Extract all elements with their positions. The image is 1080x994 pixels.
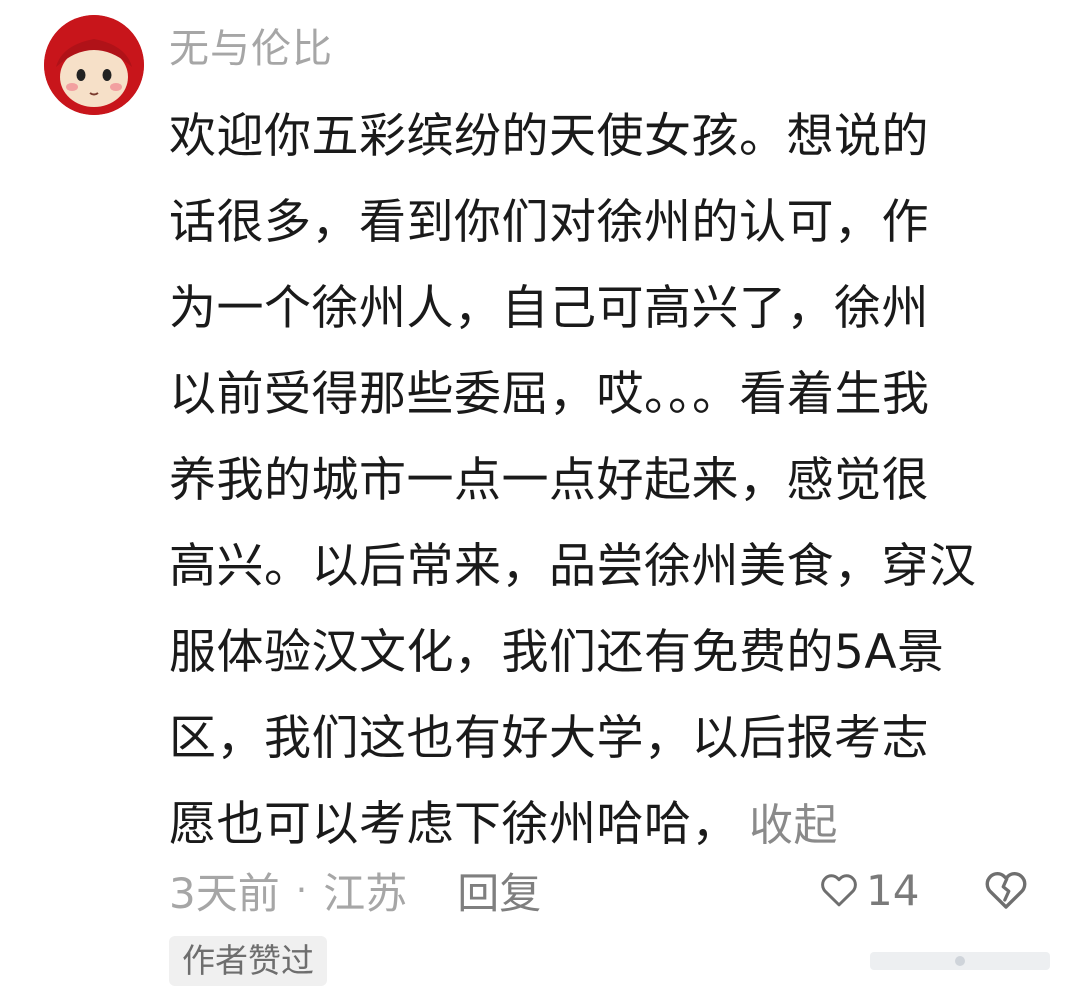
comment-text-line: 欢迎你五彩缤纷的天使女孩。想说的 [169, 109, 929, 164]
meta-separator: · [295, 869, 308, 911]
watermark-logo [870, 952, 1050, 970]
comment-time: 3天前 [169, 868, 280, 918]
author-liked-badge: 作者赞过 [169, 936, 327, 986]
collapse-link[interactable]: 收起 [749, 800, 838, 851]
comment-card: 无与伦比 欢迎你五彩缤纷的天使女孩。想说的 话很多，看到你们对徐州的认可，作 为… [0, 0, 1080, 994]
like-count: 14 [866, 865, 920, 915]
comment-text-line: 区，我们这也有好大学，以后报考志 [169, 711, 929, 766]
comment-text-line: 以前受得那些委屈，哎。。。看着生我 [169, 367, 930, 422]
heart-outline-icon [821, 874, 857, 907]
comment-text-last-line: 愿也可以考虑下徐州哈哈， 收起 [169, 782, 1039, 869]
comment-text-line: 话很多，看到你们对徐州的认可，作 [169, 195, 929, 250]
comment-text-line: 愿也可以考虑下徐州哈哈， [169, 797, 739, 852]
comment-text-line: 养我的城市一点一点好起来，感觉很 [169, 453, 929, 508]
like-button[interactable]: 14 [818, 862, 919, 918]
reply-button[interactable]: 回复 [457, 860, 541, 921]
comment-text-line: 为一个徐州人，自己可高兴了，徐州 [169, 281, 929, 336]
user-avatar[interactable] [44, 15, 144, 115]
comment-text-line: 高兴。以后常来，品尝徐州美食，穿汉 [169, 539, 977, 594]
comment-text-line: 服体验汉文化，我们还有免费的5A景 [169, 625, 945, 680]
comment-location: 江苏 [323, 868, 408, 918]
comment-meta-row: 3天前 · 江苏 回复 [169, 860, 541, 920]
avatar-cartoon-face-icon [44, 15, 144, 115]
broken-heart-icon[interactable] [982, 866, 1030, 914]
comment-body: 欢迎你五彩缤纷的天使女孩。想说的 话很多，看到你们对徐州的认可，作 为一个徐州人… [169, 94, 1039, 869]
comment-username[interactable]: 无与伦比 [169, 22, 333, 76]
